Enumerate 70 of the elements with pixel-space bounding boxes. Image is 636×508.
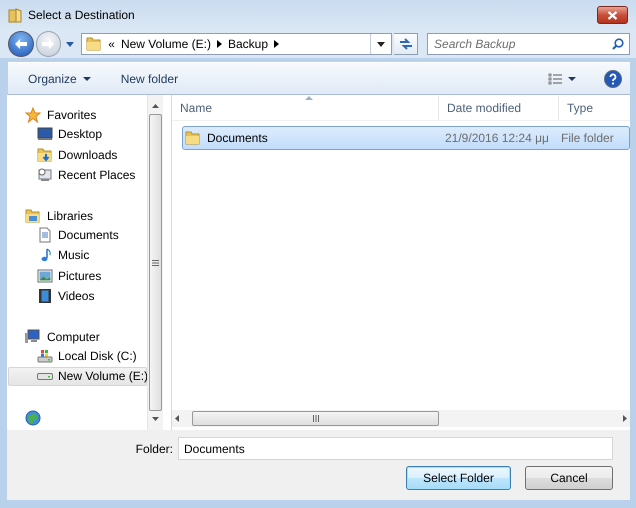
grip-icon [152, 260, 159, 266]
refresh-icon [398, 37, 413, 51]
right-arrow-icon [623, 415, 627, 422]
folder-icon [185, 130, 201, 146]
grip-icon [312, 415, 318, 422]
desktop-icon [37, 126, 53, 142]
caret-icon [377, 42, 386, 46]
nav-item[interactable]: Videos [8, 286, 147, 306]
right-arrow-icon [41, 38, 56, 50]
folder-icon [8, 7, 22, 23]
up-arrow-icon [152, 104, 159, 108]
nav-item[interactable]: Recent Places [8, 165, 147, 185]
nav-group-header[interactable]: Computer [7, 328, 147, 346]
organize-menu[interactable]: Organize [24, 68, 95, 88]
folder-icon [86, 36, 102, 52]
nav-item[interactable]: Music [8, 245, 147, 265]
left-arrow-icon [175, 415, 179, 422]
folder-label: Folder: [136, 442, 173, 456]
document-icon [37, 226, 53, 243]
nav-group-header[interactable]: Libraries [7, 206, 147, 226]
cancel-button[interactable]: Cancel [525, 466, 613, 490]
vertical-scrollbar[interactable] [147, 95, 163, 430]
picture-icon [37, 268, 53, 284]
nav-item[interactable]: Downloads [8, 144, 147, 164]
nav-item[interactable]: Pictures [8, 266, 147, 286]
close-icon [607, 10, 618, 20]
new-folder-button[interactable]: New folder [116, 68, 182, 88]
search-field[interactable]: Search Backup [427, 33, 630, 55]
chevron-icon[interactable] [274, 40, 279, 48]
details-view-icon [548, 72, 562, 84]
nav-item[interactable]: Desktop [8, 124, 147, 144]
chevron-icon[interactable] [216, 40, 222, 48]
select-folder-button[interactable]: Select Folder [406, 466, 511, 490]
nav-item[interactable]: Documents [8, 225, 147, 244]
column-header[interactable]: Type [559, 96, 630, 120]
type-cell: File folder [560, 131, 614, 145]
search-icon [612, 38, 624, 50]
file-row[interactable]: Documents 21/9/2016 12:24 μμ File folder [182, 126, 630, 150]
nav-item[interactable]: New Volume (E:) [8, 366, 147, 386]
computer-icon [25, 328, 41, 345]
star-icon [25, 107, 41, 124]
window-title: Select a Destination [28, 8, 136, 22]
back-button[interactable] [8, 31, 34, 57]
drive-icon [37, 372, 53, 380]
help-icon [604, 70, 622, 88]
horizontal-scrollbar[interactable] [172, 410, 630, 427]
film-icon [37, 288, 53, 304]
address-bar[interactable]: « New Volume (E:) Backup [81, 33, 392, 55]
breadcrumb-item[interactable]: Backup [228, 37, 268, 51]
breadcrumb-overflow[interactable]: « [108, 37, 115, 51]
drive-icon [37, 348, 53, 364]
refresh-button[interactable] [394, 33, 418, 55]
breadcrumb-item[interactable]: New Volume (E:) [120, 37, 211, 51]
caret-icon [568, 76, 576, 80]
caret-icon [82, 76, 91, 80]
close-button[interactable] [597, 6, 628, 24]
file-name: Documents [207, 131, 268, 145]
left-arrow-icon [14, 38, 28, 50]
library-folder-icon [25, 208, 41, 224]
nav-group-header[interactable]: Favorites [7, 106, 147, 124]
column-header[interactable]: Name [172, 96, 439, 120]
down-arrow-icon [152, 417, 159, 421]
caret-icon [66, 42, 74, 46]
column-header[interactable]: Date modified [439, 96, 559, 120]
globe-icon [25, 410, 41, 426]
date-cell-text: 21/9/2016 12:24 μμ [444, 131, 550, 145]
recent-places-icon [37, 166, 53, 183]
folder-input[interactable]: Documents [178, 437, 613, 460]
nav-item[interactable]: Local Disk (C:) [8, 346, 147, 366]
download-folder-icon [37, 146, 53, 162]
